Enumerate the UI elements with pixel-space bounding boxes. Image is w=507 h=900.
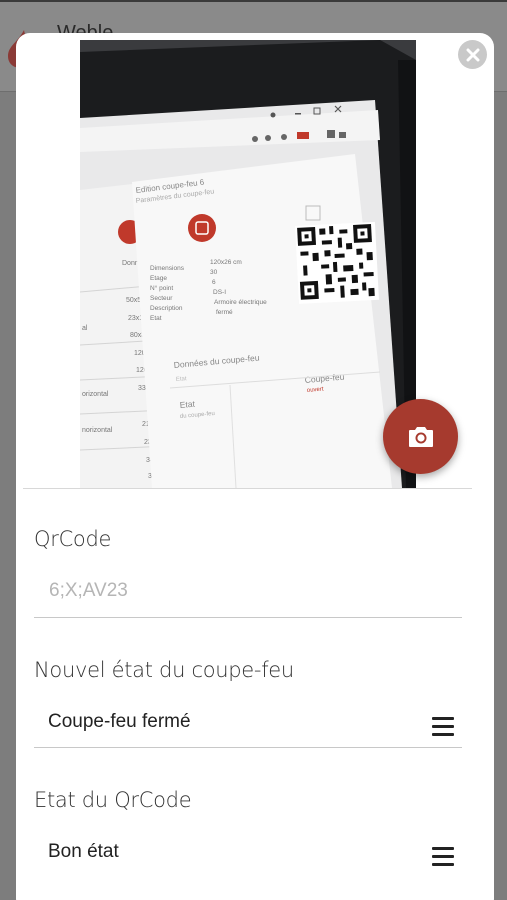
nouvel-etat-select[interactable]: Coupe-feu fermé — [48, 711, 191, 733]
svg-text:fermé: fermé — [216, 309, 233, 316]
camera-photo: Donn 50x5 23x1 80x3 120x 120x 33x2 21x2 … — [80, 40, 416, 488]
svg-text:30: 30 — [210, 269, 218, 276]
svg-text:Armoire électrique: Armoire électrique — [214, 299, 267, 306]
svg-text:al: al — [82, 325, 88, 332]
qrcode-label: QrCode — [34, 527, 462, 551]
menu-icon[interactable] — [432, 717, 454, 741]
etat-qrcode-label-text: Etat du QrCode — [34, 788, 192, 812]
etat-qrcode-select[interactable]: Bon état — [48, 841, 119, 863]
qrcode-label-text: QrCode — [34, 527, 112, 551]
qrcode-input[interactable]: 6;X;AV23 — [49, 580, 128, 602]
svg-text:Etat: Etat — [150, 315, 162, 322]
close-button[interactable] — [458, 40, 487, 69]
camera-icon — [408, 426, 433, 447]
svg-text:Donn: Donn — [122, 260, 139, 267]
svg-text:orizontal: orizontal — [82, 391, 109, 398]
scan-modal: Donn 50x5 23x1 80x3 120x 120x 33x2 21x2 … — [16, 33, 494, 900]
svg-text:Etage: Etage — [150, 275, 167, 282]
nouvel-etat-label: Nouvel état du coupe-feu — [34, 658, 462, 682]
nouvel-etat-label-text: Nouvel état du coupe-feu — [34, 658, 294, 682]
etat-qrcode-label: Etat du QrCode — [34, 788, 462, 812]
svg-text:N° point: N° point — [150, 284, 173, 292]
svg-text:Etat: Etat — [179, 399, 196, 410]
nouvel-etat-underline — [34, 747, 462, 748]
svg-text:50x5: 50x5 — [126, 297, 141, 304]
camera-button[interactable] — [383, 399, 458, 474]
svg-text:Dimensions: Dimensions — [150, 265, 185, 272]
svg-text:norizontal: norizontal — [82, 427, 113, 434]
photo-of-tablet: Donn 50x5 23x1 80x3 120x 120x 33x2 21x2 … — [80, 40, 416, 488]
qrcode-underline — [34, 617, 462, 618]
svg-text:Etat: Etat — [176, 376, 187, 383]
close-icon — [466, 48, 479, 61]
svg-text:Description: Description — [150, 305, 183, 312]
svg-text:6: 6 — [212, 279, 216, 286]
menu-icon[interactable] — [432, 847, 454, 871]
svg-text:Secteur: Secteur — [150, 295, 173, 302]
svg-text:120x26 cm: 120x26 cm — [210, 259, 242, 266]
svg-text:DS-I: DS-I — [213, 289, 226, 296]
